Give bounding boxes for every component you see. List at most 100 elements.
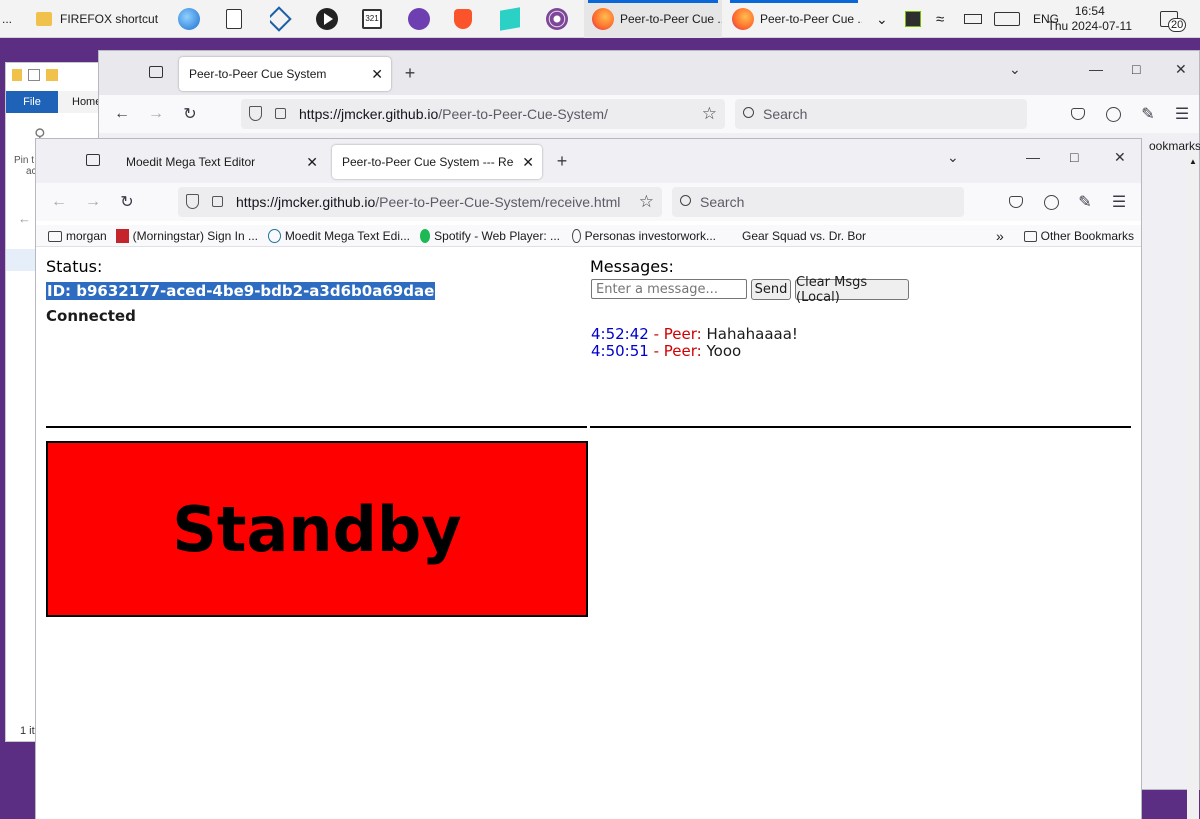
- close-icon[interactable]: ✕: [306, 154, 318, 171]
- back-icon[interactable]: ←: [48, 191, 70, 213]
- forward-icon[interactable]: →: [145, 103, 167, 125]
- search-bar[interactable]: Search: [672, 187, 964, 217]
- home-tab[interactable]: Home: [72, 96, 101, 108]
- taskbar-cube-app[interactable]: [500, 0, 526, 38]
- url-path: /Peer-to-Peer-Cue-System/receive.html: [375, 194, 621, 210]
- minimize-icon[interactable]: —: [1026, 149, 1040, 165]
- github-icon: [408, 8, 430, 30]
- battery-icon[interactable]: [964, 0, 982, 38]
- taskbar-virtualbox[interactable]: [270, 0, 294, 38]
- tab-peer-to-peer[interactable]: Peer-to-Peer Cue System ✕: [179, 57, 391, 91]
- bookmark-label: Personas investorwork...: [584, 229, 716, 243]
- extensions-icon[interactable]: ✎: [1137, 103, 1159, 125]
- navigation-toolbar: ← → ↻ https://jmcker.github.io/Peer-to-P…: [99, 95, 1199, 133]
- reload-icon[interactable]: ↻: [179, 103, 201, 125]
- bookmark-star-icon[interactable]: ☆: [639, 192, 654, 212]
- bookmark-spotify[interactable]: Spotify - Web Player: ...: [420, 227, 560, 245]
- chevron-double-right-icon[interactable]: »: [996, 227, 1004, 245]
- url-bar[interactable]: https://jmcker.github.io/Peer-to-Peer-Cu…: [241, 99, 725, 129]
- chevron-down-icon[interactable]: ⌄: [876, 0, 888, 38]
- taskbar-calendar-app[interactable]: 321: [362, 0, 388, 38]
- maximize-icon[interactable]: □: [1132, 61, 1140, 77]
- taskbar: ... FIREFOX shortcut 321 Peer-to-Peer Cu…: [0, 0, 1200, 38]
- taskbar-overflow[interactable]: ...: [2, 0, 20, 38]
- bookmark-moedit[interactable]: Moedit Mega Text Edi...: [268, 227, 410, 245]
- lock-icon[interactable]: [212, 196, 223, 207]
- account-icon[interactable]: [1102, 103, 1124, 125]
- message-separator: -: [648, 342, 664, 360]
- notification-center[interactable]: 20: [1160, 0, 1187, 38]
- keyboard-icon[interactable]: [994, 0, 1020, 38]
- play-icon: [316, 8, 338, 30]
- browser-window-front: Moedit Mega Text Editor ✕ Peer-to-Peer C…: [35, 138, 1142, 819]
- forward-icon[interactable]: →: [82, 191, 104, 213]
- scrollbar[interactable]: ▲ ▼: [1187, 151, 1199, 819]
- firefox-view-icon[interactable]: [82, 149, 104, 171]
- taskbar-tor[interactable]: [546, 0, 572, 38]
- list-tabs-icon[interactable]: ⌄: [947, 149, 959, 166]
- menu-icon[interactable]: ☰: [1171, 103, 1193, 125]
- account-icon[interactable]: [1040, 191, 1062, 213]
- wordpress-icon: [268, 229, 281, 243]
- back-icon[interactable]: ←: [111, 103, 133, 125]
- search-bar[interactable]: Search: [735, 99, 1027, 129]
- back-arrow-icon[interactable]: ←: [18, 211, 31, 226]
- other-bookmarks[interactable]: Other Bookmarks: [1024, 227, 1134, 245]
- bookmark-morningstar[interactable]: (Morningstar) Sign In ...: [116, 227, 258, 245]
- nav-pane-selected[interactable]: [6, 249, 36, 271]
- wifi-icon[interactable]: ≈: [936, 0, 944, 38]
- taskbar-item-explorer[interactable]: FIREFOX shortcut: [36, 0, 176, 38]
- list-tabs-icon[interactable]: ⌄: [1009, 61, 1021, 78]
- close-icon[interactable]: ✕: [520, 154, 534, 171]
- tab-moedit[interactable]: Moedit Mega Text Editor ✕: [116, 145, 326, 179]
- message-input[interactable]: [591, 279, 747, 299]
- gpu-tray-icon[interactable]: [905, 0, 921, 38]
- cube-icon: [500, 7, 520, 31]
- pin-label: Pin t ac: [14, 155, 37, 177]
- menu-icon[interactable]: ☰: [1108, 191, 1130, 213]
- explorer-quick-access: [12, 69, 58, 81]
- shield-icon[interactable]: [249, 106, 262, 121]
- checkbox-icon[interactable]: [28, 69, 40, 81]
- close-icon[interactable]: ✕: [371, 66, 383, 83]
- lock-icon[interactable]: [275, 108, 286, 119]
- reload-icon[interactable]: ↻: [116, 191, 138, 213]
- taskbar-item-firefox-1[interactable]: Peer-to-Peer Cue ...: [584, 0, 722, 38]
- url-host: https://jmcker.github.io: [299, 106, 439, 122]
- minimize-icon[interactable]: —: [1089, 61, 1103, 77]
- close-window-icon[interactable]: ✕: [1175, 61, 1187, 78]
- taskbar-brave[interactable]: [454, 0, 480, 38]
- search-placeholder: Search: [763, 106, 808, 122]
- message-item: 4:52:42 - Peer: Hahahaaaa!: [591, 325, 798, 343]
- close-window-icon[interactable]: ✕: [1114, 149, 1126, 166]
- pocket-icon[interactable]: [1005, 191, 1027, 213]
- bookmark-star-icon[interactable]: ☆: [702, 104, 717, 124]
- pocket-icon[interactable]: [1067, 103, 1089, 125]
- taskbar-media-player[interactable]: [316, 0, 342, 38]
- taskbar-github[interactable]: [408, 0, 434, 38]
- new-tab-icon[interactable]: +: [399, 62, 421, 84]
- taskbar-notepad[interactable]: [226, 0, 250, 38]
- shield-icon[interactable]: [186, 194, 199, 209]
- globe-icon: [572, 229, 581, 243]
- tab-receive[interactable]: Peer-to-Peer Cue System --- Receiv ✕: [332, 145, 542, 179]
- send-button[interactable]: Send: [751, 279, 791, 300]
- taskbar-thunderbird[interactable]: [178, 0, 204, 38]
- clear-messages-button[interactable]: Clear Msgs (Local): [795, 275, 909, 305]
- maximize-icon[interactable]: □: [1070, 149, 1078, 165]
- message-separator: -: [648, 325, 664, 343]
- file-tab[interactable]: File: [6, 91, 58, 113]
- peer-id: ID: b9632177-aced-4be9-bdb2-a3d6b0a69dae: [46, 282, 436, 300]
- bookmark-personas[interactable]: Personas investorwork...: [572, 227, 716, 245]
- taskbar-item-firefox-1-label: Peer-to-Peer Cue ...: [620, 12, 722, 26]
- firefox-view-icon[interactable]: [145, 61, 167, 83]
- bookmark-morgan[interactable]: morgan: [48, 227, 108, 245]
- bookmark-label: Spotify - Web Player: ...: [434, 229, 560, 243]
- url-path: /Peer-to-Peer-Cue-System/: [438, 106, 608, 122]
- taskbar-item-firefox-2[interactable]: Peer-to-Peer Cue ...: [726, 0, 862, 38]
- bookmark-gear-squad[interactable]: Gear Squad vs. Dr. Bor...: [742, 227, 866, 245]
- clock[interactable]: 16:54 Thu 2024-07-11: [1047, 4, 1132, 34]
- new-tab-icon[interactable]: +: [551, 150, 573, 172]
- extensions-icon[interactable]: ✎: [1074, 191, 1096, 213]
- url-bar[interactable]: https://jmcker.github.io/Peer-to-Peer-Cu…: [178, 187, 662, 217]
